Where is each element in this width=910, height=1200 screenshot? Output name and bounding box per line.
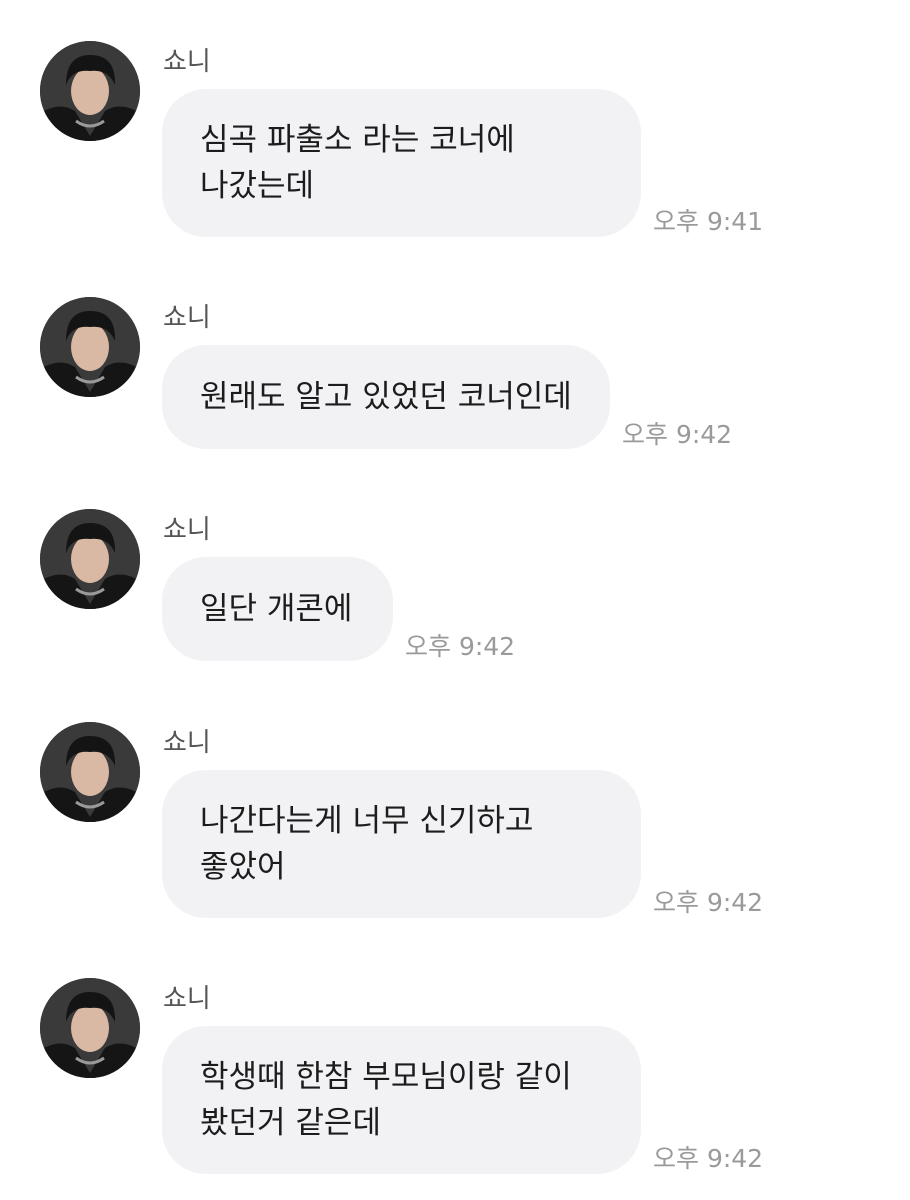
profile-photo-icon [40, 509, 140, 609]
sender-name: 쇼니 [163, 303, 211, 333]
message-bubble[interactable]: 원래도 알고 있었던 코너인데 [162, 345, 610, 449]
sender-name: 쇼니 [163, 728, 211, 758]
message-bubble[interactable]: 심곡 파출소 라는 코너에 나갔는데 [162, 89, 641, 237]
avatar[interactable] [40, 722, 140, 822]
chat-thread: 쇼니 심곡 파출소 라는 코너에 나갔는데 오후 9:41 쇼니 원래도 알고 … [0, 0, 910, 1200]
message-bubble[interactable]: 학생때 한참 부모님이랑 같이 봤던거 같은데 [162, 1026, 641, 1174]
sender-name: 쇼니 [163, 47, 211, 77]
message-bubble[interactable]: 나간다는게 너무 신기하고 좋았어 [162, 770, 641, 918]
avatar[interactable] [40, 509, 140, 609]
avatar[interactable] [40, 41, 140, 141]
message-text: 일단 개콘에 [200, 591, 353, 627]
message-text: 나간다는게 너무 신기하고 좋았어 [200, 803, 534, 885]
avatar[interactable] [40, 297, 140, 397]
avatar[interactable] [40, 978, 140, 1078]
message-timestamp: 오후 9:42 [405, 632, 516, 661]
profile-photo-icon [40, 978, 140, 1078]
profile-photo-icon [40, 297, 140, 397]
message-timestamp: 오후 9:42 [653, 1144, 764, 1173]
message-timestamp: 오후 9:41 [653, 207, 764, 236]
message-timestamp: 오후 9:42 [653, 888, 764, 917]
message-bubble[interactable]: 일단 개콘에 [162, 557, 393, 661]
message-text: 원래도 알고 있었던 코너인데 [200, 379, 572, 415]
message-text: 심곡 파출소 라는 코너에 나갔는데 [200, 122, 515, 204]
message-timestamp: 오후 9:42 [622, 420, 733, 449]
message-text: 학생때 한참 부모님이랑 같이 봤던거 같은데 [200, 1059, 572, 1141]
sender-name: 쇼니 [163, 515, 211, 545]
sender-name: 쇼니 [163, 984, 211, 1014]
profile-photo-icon [40, 41, 140, 141]
profile-photo-icon [40, 722, 140, 822]
